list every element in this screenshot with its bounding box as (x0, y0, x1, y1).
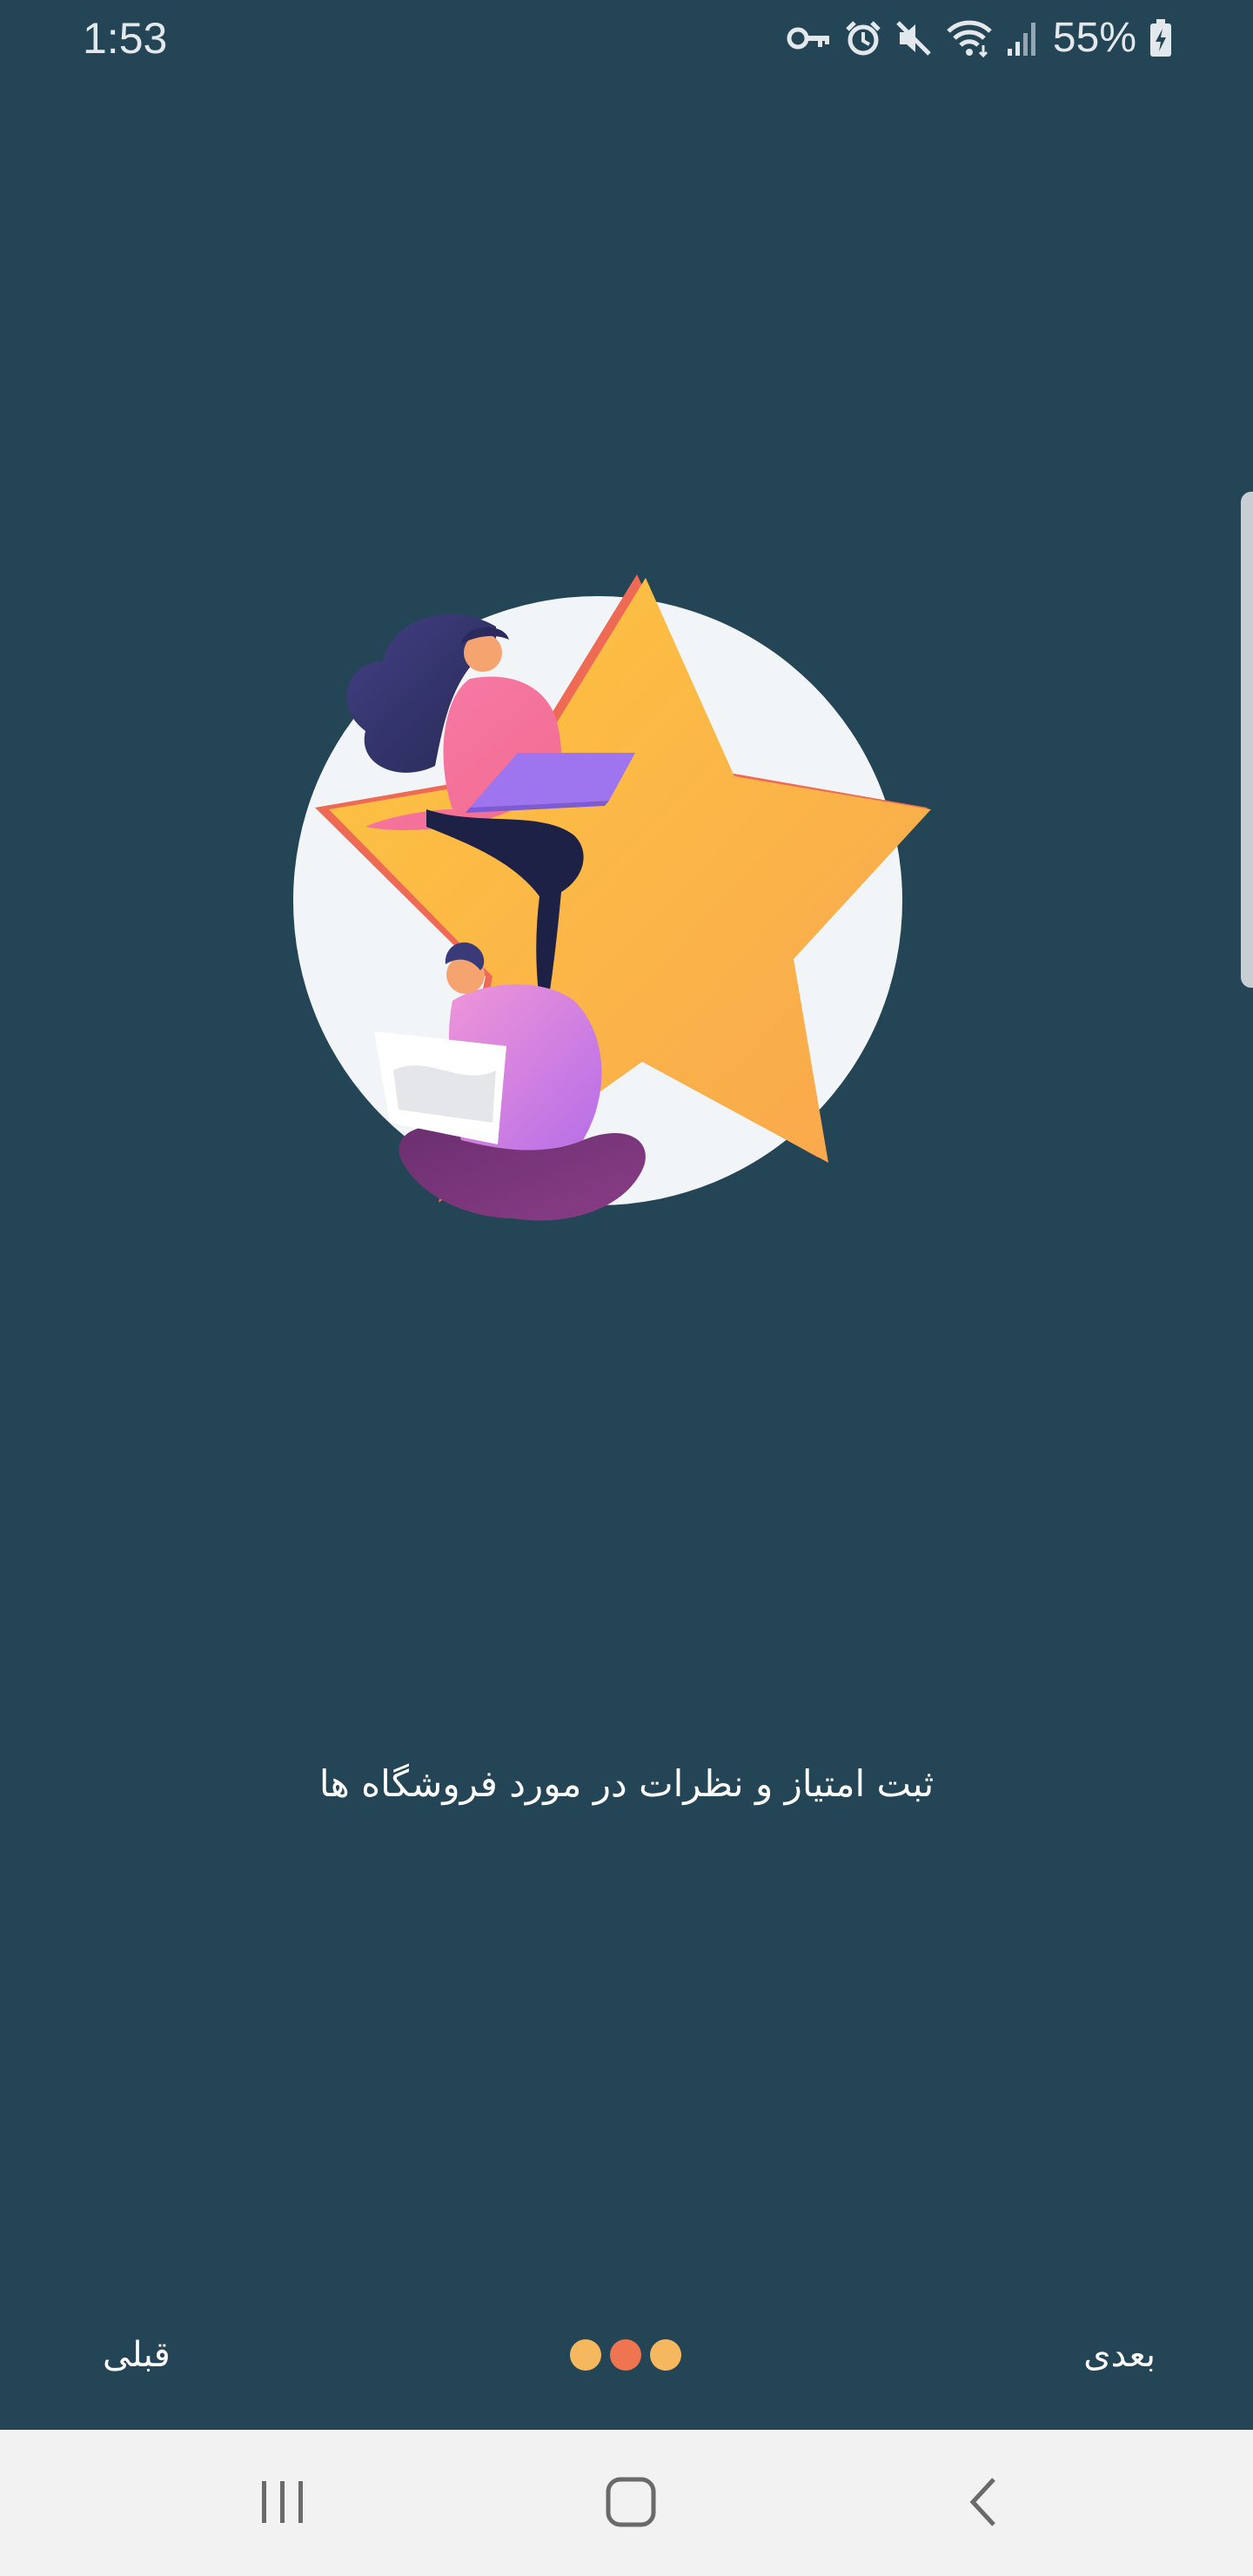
recents-button[interactable] (231, 2465, 335, 2543)
wifi-icon (945, 19, 994, 57)
page-dot-1 (570, 2339, 601, 2371)
mute-icon (895, 19, 933, 57)
next-button[interactable]: بعدی (1083, 2329, 1156, 2381)
status-bar: 1:53 55% (0, 0, 1253, 77)
alarm-icon (844, 19, 882, 57)
status-time: 1:53 (83, 14, 168, 63)
edge-panel-handle[interactable] (1241, 492, 1253, 988)
page-dot-3 (650, 2339, 681, 2371)
page-indicator (570, 2339, 681, 2371)
recents-icon (257, 2478, 309, 2530)
onboarding-screen: 1:53 55% ثبت امتیاز و نظرات در مورد فروش… (0, 0, 1253, 2576)
back-button[interactable] (931, 2465, 1035, 2543)
back-icon (966, 2476, 1001, 2532)
rating-illustration (293, 574, 931, 1221)
home-icon (605, 2476, 657, 2532)
signal-icon (1006, 19, 1041, 57)
previous-button[interactable]: قبلی (103, 2329, 171, 2381)
home-button[interactable] (579, 2465, 683, 2543)
onboarding-caption: ثبت امتیاز و نظرات در مورد فروشگاه ها (318, 1762, 935, 1805)
page-dot-2-active (610, 2339, 641, 2371)
system-nav-bar (0, 2430, 1253, 2576)
battery-percent: 55% (1052, 15, 1136, 61)
status-icons: 55% (787, 12, 1173, 64)
battery-charging-icon (1149, 18, 1173, 58)
key-icon (787, 21, 832, 56)
